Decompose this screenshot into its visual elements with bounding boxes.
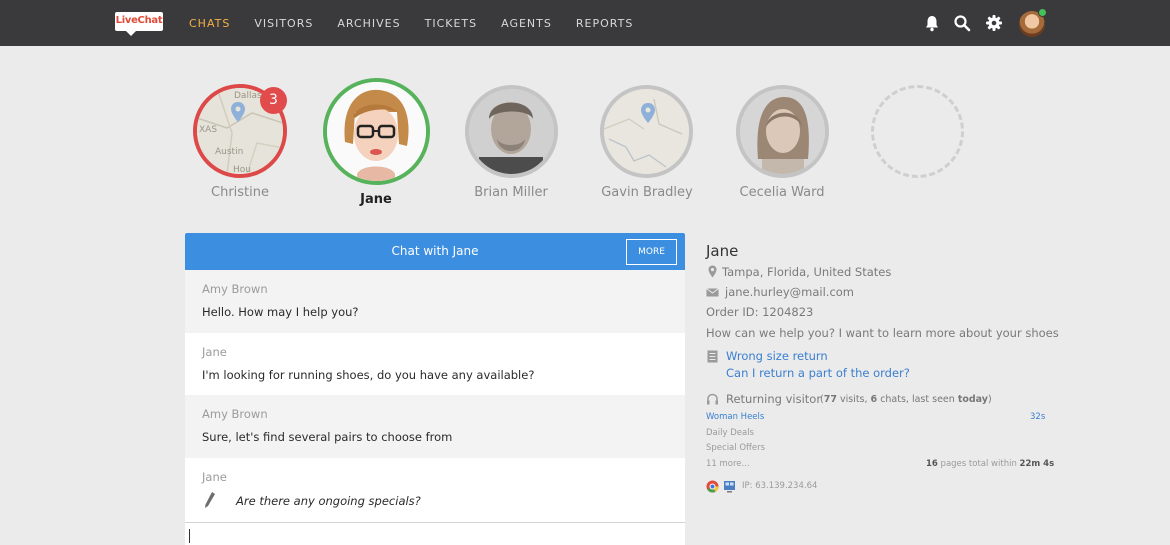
last-seen: today bbox=[957, 394, 988, 405]
nav-reports[interactable]: REPORTS bbox=[576, 17, 633, 30]
visitor-name: Jane bbox=[706, 242, 739, 260]
visitor-question: How can we help you? I want to learn mor… bbox=[706, 326, 1059, 340]
chat-message: Jane I'm looking for running shoes, do y… bbox=[185, 333, 685, 396]
message-text: Sure, let's find several pairs to choose… bbox=[202, 430, 453, 444]
location-pin-icon bbox=[708, 265, 717, 278]
visited-page-link[interactable]: Woman Heels bbox=[706, 412, 764, 422]
brian-avatar bbox=[469, 89, 554, 174]
chat-message: Amy Brown Sure, let's find several pairs… bbox=[185, 395, 685, 458]
jane-avatar bbox=[327, 82, 426, 181]
visitor-stats: (77 visits, 6 chats, last seen today) bbox=[820, 394, 992, 405]
top-navigation-bar: LiveChat CHATS VISITORS ARCHIVES TICKETS… bbox=[0, 0, 1170, 46]
more-button[interactable]: MORE bbox=[626, 239, 677, 265]
pencil-icon bbox=[205, 492, 215, 508]
bell-icon[interactable] bbox=[923, 14, 941, 32]
unread-count-badge: 3 bbox=[260, 87, 287, 114]
envelope-icon bbox=[706, 288, 719, 297]
livechat-logo[interactable]: LiveChat bbox=[115, 12, 163, 37]
page-time: 32s bbox=[1030, 412, 1046, 422]
message-author: Amy Brown bbox=[202, 407, 268, 421]
chrome-browser-icon bbox=[706, 480, 719, 493]
visitor-location: Tampa, Florida, United States bbox=[722, 265, 892, 279]
visit-count: 77 bbox=[823, 394, 837, 405]
chat-name-cecelia-ward[interactable]: Cecelia Ward bbox=[712, 185, 852, 200]
windows-os-icon bbox=[724, 481, 735, 493]
logo-text: LiveChat bbox=[115, 15, 163, 26]
chat-title: Chat with Jane bbox=[391, 244, 479, 258]
nav-chats[interactable]: CHATS bbox=[189, 17, 230, 30]
chat-name-jane[interactable]: Jane bbox=[306, 192, 446, 207]
cecelia-avatar bbox=[740, 89, 825, 174]
nav-archives[interactable]: ARCHIVES bbox=[337, 17, 400, 30]
map-label-austin: Austin bbox=[215, 147, 243, 157]
more-pages-link[interactable]: 11 more... bbox=[706, 459, 750, 469]
chat-panel: Chat with Jane MORE Amy Brown Hello. How… bbox=[185, 233, 685, 545]
typing-preview-text: Are there any ongoing specials? bbox=[236, 494, 421, 508]
ticket-link-return-part[interactable]: Can I return a part of the order? bbox=[726, 366, 910, 380]
main-nav: CHATS VISITORS ARCHIVES TICKETS AGENTS R… bbox=[189, 0, 657, 46]
map-thumbnail bbox=[604, 89, 689, 174]
nav-agents[interactable]: AGENTS bbox=[501, 17, 552, 30]
chat-circle-gavin-bradley[interactable] bbox=[600, 85, 693, 178]
pages-summary: 16 pages total within 22m 4s bbox=[926, 459, 1055, 469]
returning-visitor-label: Returning visitor bbox=[726, 392, 822, 406]
chat-circle-cecelia-ward[interactable] bbox=[736, 85, 829, 178]
text-cursor bbox=[189, 529, 190, 543]
message-author: Jane bbox=[202, 470, 227, 484]
message-author: Jane bbox=[202, 345, 227, 359]
search-icon[interactable] bbox=[953, 14, 971, 32]
map-label-hou: Hou bbox=[233, 165, 251, 174]
map-label-xas: XAS bbox=[199, 125, 217, 135]
message-text: Hello. How may I help you? bbox=[202, 305, 359, 319]
ticket-icon bbox=[707, 350, 718, 363]
agent-avatar[interactable] bbox=[1019, 8, 1047, 37]
total-time: 22m 4s bbox=[1019, 459, 1055, 469]
visitor-order-id: Order ID: 1204823 bbox=[706, 305, 814, 319]
message-text: I'm looking for running shoes, do you ha… bbox=[202, 368, 535, 382]
chat-circle-jane[interactable] bbox=[323, 78, 430, 185]
ticket-link-wrong-size[interactable]: Wrong size return bbox=[726, 349, 828, 363]
chat-message: Amy Brown Hello. How may I help you? bbox=[185, 270, 685, 333]
chat-name-brian-miller[interactable]: Brian Miller bbox=[441, 185, 581, 200]
visitor-email: jane.hurley@mail.com bbox=[725, 285, 854, 299]
gear-icon[interactable] bbox=[985, 14, 1003, 32]
online-status-dot bbox=[1038, 8, 1047, 17]
chat-circle-brian-miller[interactable] bbox=[465, 85, 558, 178]
typing-message: Jane Are there any ongoing specials? bbox=[185, 458, 685, 521]
chat-count: 6 bbox=[870, 394, 878, 405]
empty-chat-slot bbox=[871, 85, 964, 178]
nav-visitors[interactable]: VISITORS bbox=[254, 17, 313, 30]
logo-tail bbox=[125, 30, 137, 36]
visitor-ip: IP: 63.139.234.64 bbox=[742, 481, 818, 491]
headset-icon bbox=[707, 393, 718, 405]
chat-name-gavin-bradley[interactable]: Gavin Bradley bbox=[577, 185, 717, 200]
chat-header: Chat with Jane MORE bbox=[185, 233, 685, 270]
pages-count: 16 bbox=[926, 459, 938, 469]
message-author: Amy Brown bbox=[202, 282, 268, 296]
chat-name-christine[interactable]: Christine bbox=[170, 185, 310, 200]
nav-tickets[interactable]: TICKETS bbox=[425, 17, 478, 30]
visited-page: Daily Deals bbox=[706, 428, 754, 438]
visited-page: Special Offers bbox=[706, 443, 766, 453]
map-label-dallas: Dallas bbox=[234, 91, 262, 101]
message-input[interactable] bbox=[185, 522, 685, 545]
